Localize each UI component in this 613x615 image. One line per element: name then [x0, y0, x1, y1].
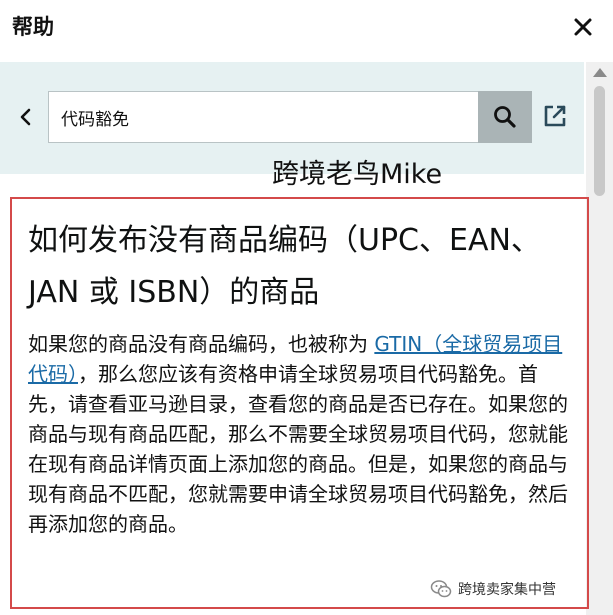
scroll-up-arrow-icon[interactable] — [593, 68, 607, 77]
search-input[interactable] — [48, 91, 478, 143]
wechat-icon — [430, 580, 452, 598]
article-title: 如何发布没有商品编码（UPC、EAN、JAN 或 ISBN）的商品 — [28, 223, 541, 310]
external-link-icon — [544, 105, 566, 127]
search-button[interactable] — [478, 91, 532, 143]
watermark-text: 跨境老鸟Mike — [272, 159, 443, 190]
chevron-left-icon — [20, 108, 31, 126]
article-body-rest: ，那么您应该有资格申请全球贸易项目代码豁免。首先，请查看亚马逊目录，查看您的商品… — [28, 362, 568, 536]
back-button[interactable] — [12, 101, 40, 133]
panel-title: 帮助 — [12, 15, 54, 39]
footer-watermark: 跨境卖家集中营 — [430, 576, 556, 602]
open-in-new-window-button[interactable] — [538, 99, 572, 133]
help-panel-header: 帮助 — [0, 0, 613, 56]
article-body-intro: 如果您的商品没有商品编码，也被称为 — [28, 332, 375, 356]
close-icon — [574, 18, 592, 36]
footer-watermark-text: 跨境卖家集中营 — [458, 582, 556, 598]
close-button[interactable] — [566, 10, 600, 44]
scrollbar-thumb[interactable] — [594, 86, 605, 196]
scrollbar[interactable] — [586, 62, 613, 615]
article-body: 如果您的商品没有商品编码，也被称为 GTIN（全球贸易项目代码），那么您应该有资… — [28, 329, 568, 539]
highlighted-article-box: 如何发布没有商品编码（UPC、EAN、JAN 或 ISBN）的商品 如果您的商品… — [10, 197, 589, 609]
search-icon — [494, 106, 516, 128]
